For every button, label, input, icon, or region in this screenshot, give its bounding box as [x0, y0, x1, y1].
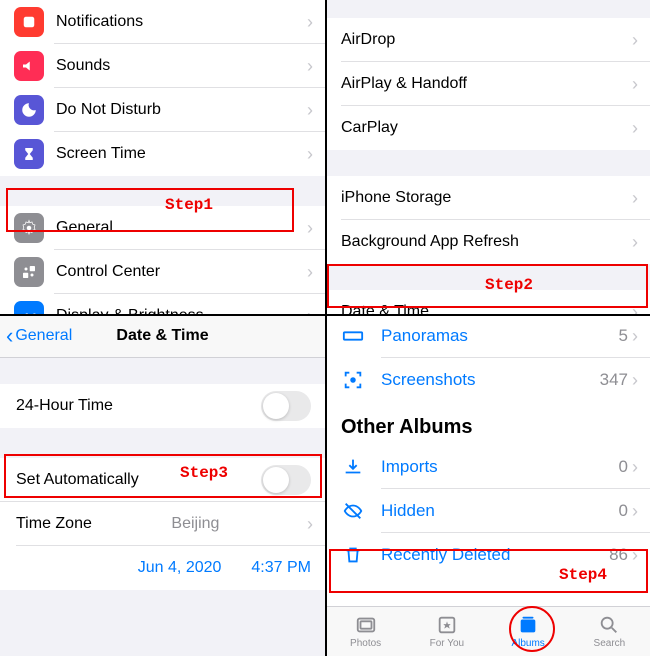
- chevron-right-icon: ›: [632, 501, 638, 522]
- album-hidden[interactable]: Hidden 0 ›: [325, 489, 650, 533]
- chevron-right-icon: ›: [307, 12, 313, 33]
- date-value: Jun 4, 2020: [138, 559, 222, 577]
- row-sounds[interactable]: Sounds ›: [0, 44, 325, 88]
- chevron-right-icon: ›: [307, 218, 313, 239]
- gear-icon: [14, 213, 44, 243]
- chevron-right-icon: ›: [307, 514, 313, 535]
- row-label: Sounds: [56, 57, 110, 75]
- chevron-right-icon: ›: [632, 457, 638, 478]
- row-bgrefresh[interactable]: Background App Refresh›: [325, 220, 650, 264]
- screenshot-icon: [339, 369, 367, 391]
- chevron-right-icon: ›: [307, 100, 313, 121]
- row-airdrop[interactable]: AirDrop›: [325, 18, 650, 62]
- chevron-right-icon: ›: [632, 232, 638, 253]
- chevron-right-icon: ›: [632, 370, 638, 391]
- row-label: Do Not Disturb: [56, 101, 161, 119]
- hidden-icon: [339, 500, 367, 522]
- album-screenshots[interactable]: Screenshots 347 ›: [325, 358, 650, 402]
- screentime-icon: [14, 139, 44, 169]
- row-label: General: [56, 219, 113, 237]
- row-datetime[interactable]: Date & Time›: [325, 290, 650, 314]
- chevron-right-icon: ›: [632, 545, 638, 566]
- row-storage[interactable]: iPhone Storage›: [325, 176, 650, 220]
- albums-pane: Panoramas 5 › Screenshots 347 › Other Al…: [325, 314, 650, 656]
- row-timezone[interactable]: Time Zone Beijing ›: [0, 502, 325, 546]
- chevron-right-icon: ›: [632, 188, 638, 209]
- tab-foryou[interactable]: For You: [406, 607, 487, 656]
- chevron-right-icon: ›: [632, 30, 638, 51]
- chevron-right-icon: ›: [632, 326, 638, 347]
- row-datetime-display[interactable]: Jun 4, 2020 4:37 PM: [0, 546, 325, 590]
- navbar: ‹ General Date & Time: [0, 314, 325, 358]
- toggle-24hour[interactable]: [261, 391, 311, 421]
- chevron-left-icon: ‹: [6, 323, 13, 349]
- general-pane: AirDrop› AirPlay & Handoff› CarPlay› iPh…: [325, 0, 650, 314]
- row-display[interactable]: AA Display & Brightness ›: [0, 294, 325, 314]
- row-dnd[interactable]: Do Not Disturb ›: [0, 88, 325, 132]
- trash-icon: [339, 544, 367, 566]
- row-label: Control Center: [56, 263, 160, 281]
- foryou-icon: [436, 614, 458, 636]
- datetime-pane: ‹ General Date & Time 24-Hour Time Set A…: [0, 314, 325, 656]
- row-24hour[interactable]: 24-Hour Time: [0, 384, 325, 428]
- section-other-albums: Other Albums: [325, 402, 650, 445]
- toggle-setauto[interactable]: [261, 465, 311, 495]
- album-imports[interactable]: Imports 0 ›: [325, 445, 650, 489]
- row-screentime[interactable]: Screen Time ›: [0, 132, 325, 176]
- row-notifications[interactable]: Notifications ›: [0, 0, 325, 44]
- row-general[interactable]: General ›: [0, 206, 325, 250]
- time-value: 4:37 PM: [251, 559, 311, 577]
- display-icon: AA: [14, 301, 44, 314]
- tab-search[interactable]: Search: [569, 607, 650, 656]
- imports-icon: [339, 456, 367, 478]
- timezone-value: Beijing: [171, 515, 219, 533]
- chevron-right-icon: ›: [632, 74, 638, 95]
- row-label: Notifications: [56, 13, 143, 31]
- row-label: Display & Brightness: [56, 307, 204, 314]
- chevron-right-icon: ›: [307, 262, 313, 283]
- tab-albums[interactable]: Albums: [488, 607, 569, 656]
- album-panoramas[interactable]: Panoramas 5 ›: [325, 314, 650, 358]
- notifications-icon: [14, 7, 44, 37]
- chevron-right-icon: ›: [632, 118, 638, 139]
- tab-photos[interactable]: Photos: [325, 607, 406, 656]
- tabbar: Photos For You Albums Search: [325, 606, 650, 656]
- controlcenter-icon: [14, 257, 44, 287]
- row-airplay[interactable]: AirPlay & Handoff›: [325, 62, 650, 106]
- albums-icon: [517, 614, 539, 636]
- chevron-right-icon: ›: [307, 56, 313, 77]
- chevron-right-icon: ›: [307, 144, 313, 165]
- back-button[interactable]: ‹ General: [0, 323, 72, 349]
- album-recently-deleted[interactable]: Recently Deleted 86 ›: [325, 533, 650, 577]
- chevron-right-icon: ›: [307, 306, 313, 315]
- search-icon: [598, 614, 620, 636]
- row-controlcenter[interactable]: Control Center ›: [0, 250, 325, 294]
- row-label: Screen Time: [56, 145, 146, 163]
- dnd-icon: [14, 95, 44, 125]
- row-setauto[interactable]: Set Automatically: [0, 458, 325, 502]
- panorama-icon: [339, 325, 367, 347]
- settings-pane: Notifications › Sounds › Do Not Disturb …: [0, 0, 325, 314]
- chevron-right-icon: ›: [632, 302, 638, 315]
- sounds-icon: [14, 51, 44, 81]
- row-carplay[interactable]: CarPlay›: [325, 106, 650, 150]
- photos-icon: [355, 614, 377, 636]
